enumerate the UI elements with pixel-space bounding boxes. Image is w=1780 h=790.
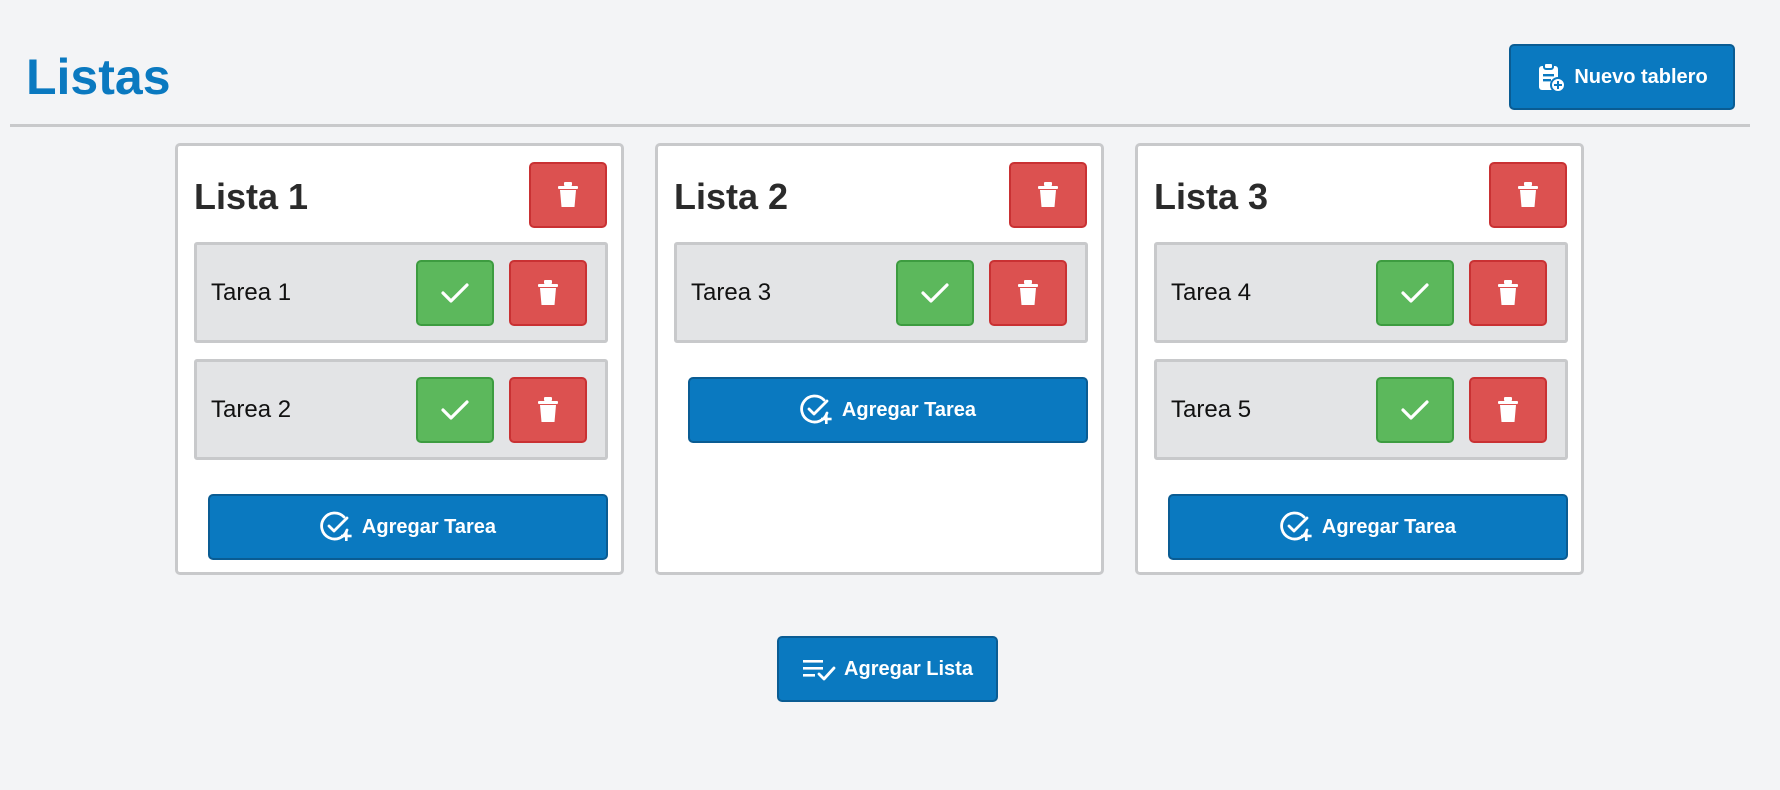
add-task-label: Agregar Tarea xyxy=(361,515,497,538)
task-item: Tarea 1 xyxy=(194,242,608,343)
complete-task-button[interactable] xyxy=(1376,377,1454,443)
delete-list-button[interactable] xyxy=(1009,162,1087,228)
task-label: Tarea 1 xyxy=(211,278,292,306)
trash-icon xyxy=(1017,280,1039,306)
trash-icon xyxy=(537,397,559,423)
delete-list-button[interactable] xyxy=(529,162,607,228)
complete-task-button[interactable] xyxy=(416,260,494,326)
delete-task-button[interactable] xyxy=(509,377,587,443)
check-icon xyxy=(1401,399,1429,421)
delete-list-button[interactable] xyxy=(1489,162,1567,228)
list-check-icon xyxy=(802,657,836,681)
circle-check-plus-icon xyxy=(800,394,834,426)
add-task-button[interactable]: Agregar Tarea xyxy=(208,494,608,560)
add-task-button[interactable]: Agregar Tarea xyxy=(688,377,1088,443)
check-icon xyxy=(1401,282,1429,304)
trash-icon xyxy=(537,280,559,306)
add-list-label: Agregar Lista xyxy=(844,657,973,680)
task-label: Tarea 5 xyxy=(1171,395,1252,423)
list-card: Lista 1 Tarea 1 Tarea 2 Agregar Tarea xyxy=(175,143,624,575)
add-list-button[interactable]: Agregar Lista xyxy=(777,636,998,702)
board: Lista 1 Tarea 1 Tarea 2 Agregar Tarea Li… xyxy=(175,143,1584,575)
task-label: Tarea 3 xyxy=(691,278,772,306)
page: Listas Nuevo tablero Lista 1 Tarea 1 Tar… xyxy=(0,0,1780,790)
delete-task-button[interactable] xyxy=(509,260,587,326)
add-task-button[interactable]: Agregar Tarea xyxy=(1168,494,1568,560)
trash-icon xyxy=(1037,182,1059,208)
complete-task-button[interactable] xyxy=(896,260,974,326)
task-item: Tarea 2 xyxy=(194,359,608,460)
list-card: Lista 3 Tarea 4 Tarea 5 Agregar Tarea xyxy=(1135,143,1584,575)
trash-icon xyxy=(1497,397,1519,423)
task-label: Tarea 2 xyxy=(211,395,292,423)
check-icon xyxy=(441,399,469,421)
check-icon xyxy=(441,282,469,304)
trash-icon xyxy=(557,182,579,208)
add-task-label: Agregar Tarea xyxy=(841,398,977,421)
check-icon xyxy=(921,282,949,304)
list-title: Lista 3 xyxy=(1154,176,1269,217)
new-board-label: Nuevo tablero xyxy=(1574,65,1708,88)
header: Listas xyxy=(10,0,1750,127)
task-item: Tarea 4 xyxy=(1154,242,1568,343)
page-title: Listas xyxy=(26,49,171,105)
trash-icon xyxy=(1497,280,1519,306)
complete-task-button[interactable] xyxy=(416,377,494,443)
task-item: Tarea 5 xyxy=(1154,359,1568,460)
new-board-button[interactable]: Nuevo tablero xyxy=(1509,44,1735,110)
list-card: Lista 2 Tarea 3 Agregar Tarea xyxy=(655,143,1104,575)
delete-task-button[interactable] xyxy=(1469,377,1547,443)
delete-task-button[interactable] xyxy=(1469,260,1547,326)
trash-icon xyxy=(1517,182,1539,208)
complete-task-button[interactable] xyxy=(1376,260,1454,326)
task-label: Tarea 4 xyxy=(1171,278,1252,306)
add-task-label: Agregar Tarea xyxy=(1321,515,1457,538)
task-item: Tarea 3 xyxy=(674,242,1088,343)
delete-task-button[interactable] xyxy=(989,260,1067,326)
clipboard-plus-icon xyxy=(1536,61,1567,93)
circle-check-plus-icon xyxy=(320,511,354,543)
list-title: Lista 1 xyxy=(194,176,309,217)
list-title: Lista 2 xyxy=(674,176,789,217)
circle-check-plus-icon xyxy=(1280,511,1314,543)
